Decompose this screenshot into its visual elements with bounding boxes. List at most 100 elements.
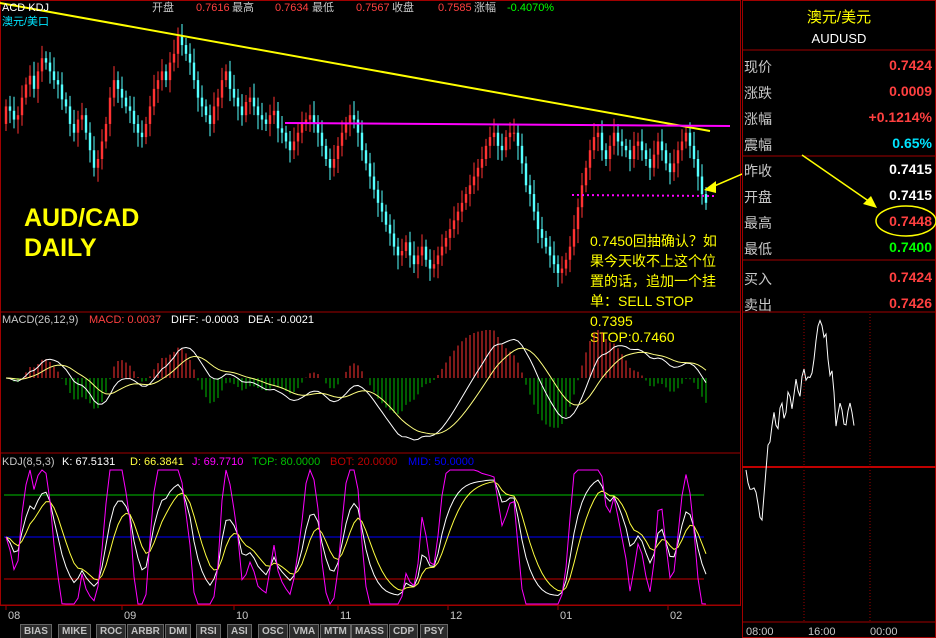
candle-body <box>560 268 564 273</box>
tab-bias[interactable]: BIAS <box>20 624 52 638</box>
candle-body <box>656 141 660 155</box>
candle-body <box>676 150 680 164</box>
candle-body <box>636 141 640 146</box>
candle-body <box>356 119 360 133</box>
candle-body <box>608 145 612 159</box>
candle-body <box>472 176 476 186</box>
x-tick-label: 02 <box>670 610 682 622</box>
tab-dmi[interactable]: DMI <box>165 624 192 638</box>
candle-body <box>96 159 100 168</box>
candle-body <box>644 150 648 159</box>
candle-body <box>228 71 232 89</box>
overlay-title-pair: AUD/CAD <box>24 204 139 232</box>
candle-body <box>28 75 32 85</box>
candle-body <box>612 132 616 146</box>
candle-body <box>368 163 372 177</box>
candle-body <box>24 84 28 98</box>
overlay-note-5: 0.7395 <box>590 313 633 329</box>
quote-time-1: 08:00 <box>746 626 774 638</box>
x-tick-label: 09 <box>124 610 136 622</box>
candle-body <box>468 185 472 195</box>
tab-cdp[interactable]: CDP <box>389 624 419 638</box>
candle-body <box>392 233 396 247</box>
candle-body <box>264 119 268 124</box>
tab-vma[interactable]: VMA <box>289 624 320 638</box>
candle-body <box>168 62 172 81</box>
candle-body <box>664 150 668 164</box>
quote-label: 涨跌 <box>744 85 772 101</box>
candle-body <box>680 141 684 151</box>
candle-body <box>92 150 96 168</box>
main-chart[interactable]: AUD/CAD DAILY 0.7450回抽确认？如 果今天收不上这个位 置的话… <box>0 0 742 624</box>
macd-label: MACD(26,12,9) <box>2 314 78 326</box>
candle-body <box>700 176 704 195</box>
candle-body <box>444 237 448 247</box>
candle-body <box>408 242 412 256</box>
candle-body <box>484 145 488 159</box>
candle-body <box>316 123 320 133</box>
tab-asi[interactable]: ASI <box>227 624 252 638</box>
candle-body <box>52 71 56 81</box>
candle-body <box>332 159 336 168</box>
candle-body <box>144 123 148 138</box>
candle-body <box>260 115 264 120</box>
x-tick-label: 12 <box>450 610 462 622</box>
candle-body <box>300 123 304 133</box>
candle-body <box>564 259 568 269</box>
candle-body <box>324 145 328 159</box>
candle-body <box>496 132 500 146</box>
tab-mass[interactable]: MASS <box>351 624 388 638</box>
candle-body <box>104 123 108 142</box>
candle-body <box>688 132 692 146</box>
candle-body <box>420 246 424 256</box>
quote-row: 涨跌 0.0009 <box>742 80 934 104</box>
candle-body <box>240 106 244 116</box>
candle-body <box>512 132 516 134</box>
candle-body <box>328 159 332 168</box>
candle-body <box>16 115 20 120</box>
candle-body <box>476 167 480 177</box>
header-change-label: 涨幅 <box>474 1 496 14</box>
candle-body <box>204 106 208 116</box>
kdj-mid-value: MID: 50.0000 <box>408 456 474 468</box>
candle-body <box>620 141 624 146</box>
candle-body <box>384 211 388 225</box>
x-tick-label: 11 <box>340 610 351 622</box>
candle-body <box>552 255 556 265</box>
header-sub: 澳元/美口 <box>2 15 49 28</box>
candle-body <box>556 264 560 273</box>
candle-body <box>492 132 496 138</box>
tab-psy[interactable]: PSY <box>420 624 449 638</box>
quote-value: 0.7400 <box>889 239 932 255</box>
kdj-d-value: D: 66.3841 <box>130 456 184 468</box>
quote-value: 0.7424 <box>889 269 932 285</box>
candle-body <box>184 45 188 54</box>
tab-mike[interactable]: MIKE <box>58 624 91 638</box>
candle-body <box>380 202 384 212</box>
candle-body <box>196 80 200 98</box>
candle-body <box>232 88 236 98</box>
candle-body <box>56 80 60 85</box>
candle-body <box>88 132 92 151</box>
candle-body <box>584 167 588 186</box>
candle-body <box>140 132 144 138</box>
candle-body <box>428 259 432 269</box>
header-low-value: 0.7567 <box>356 2 390 14</box>
candle-body <box>416 255 420 265</box>
tab-roc[interactable]: ROC <box>96 624 127 638</box>
candle-body <box>64 99 68 107</box>
candle-body <box>44 58 48 63</box>
candle-body <box>652 154 656 168</box>
candle-body <box>84 115 88 133</box>
candle-body <box>660 141 664 151</box>
candle-body <box>624 145 628 151</box>
candle-body <box>212 106 216 124</box>
candle-body <box>288 141 292 151</box>
candle-body <box>344 123 348 133</box>
tab-rsi[interactable]: RSI <box>196 624 221 638</box>
tab-mtm[interactable]: MTM <box>320 624 351 638</box>
tab-arbr[interactable]: ARBR <box>127 624 164 638</box>
quote-row: 昨收 0.7415 <box>742 158 934 182</box>
header-close-label: 收盘 <box>392 0 414 14</box>
tab-osc[interactable]: OSC <box>258 624 288 638</box>
